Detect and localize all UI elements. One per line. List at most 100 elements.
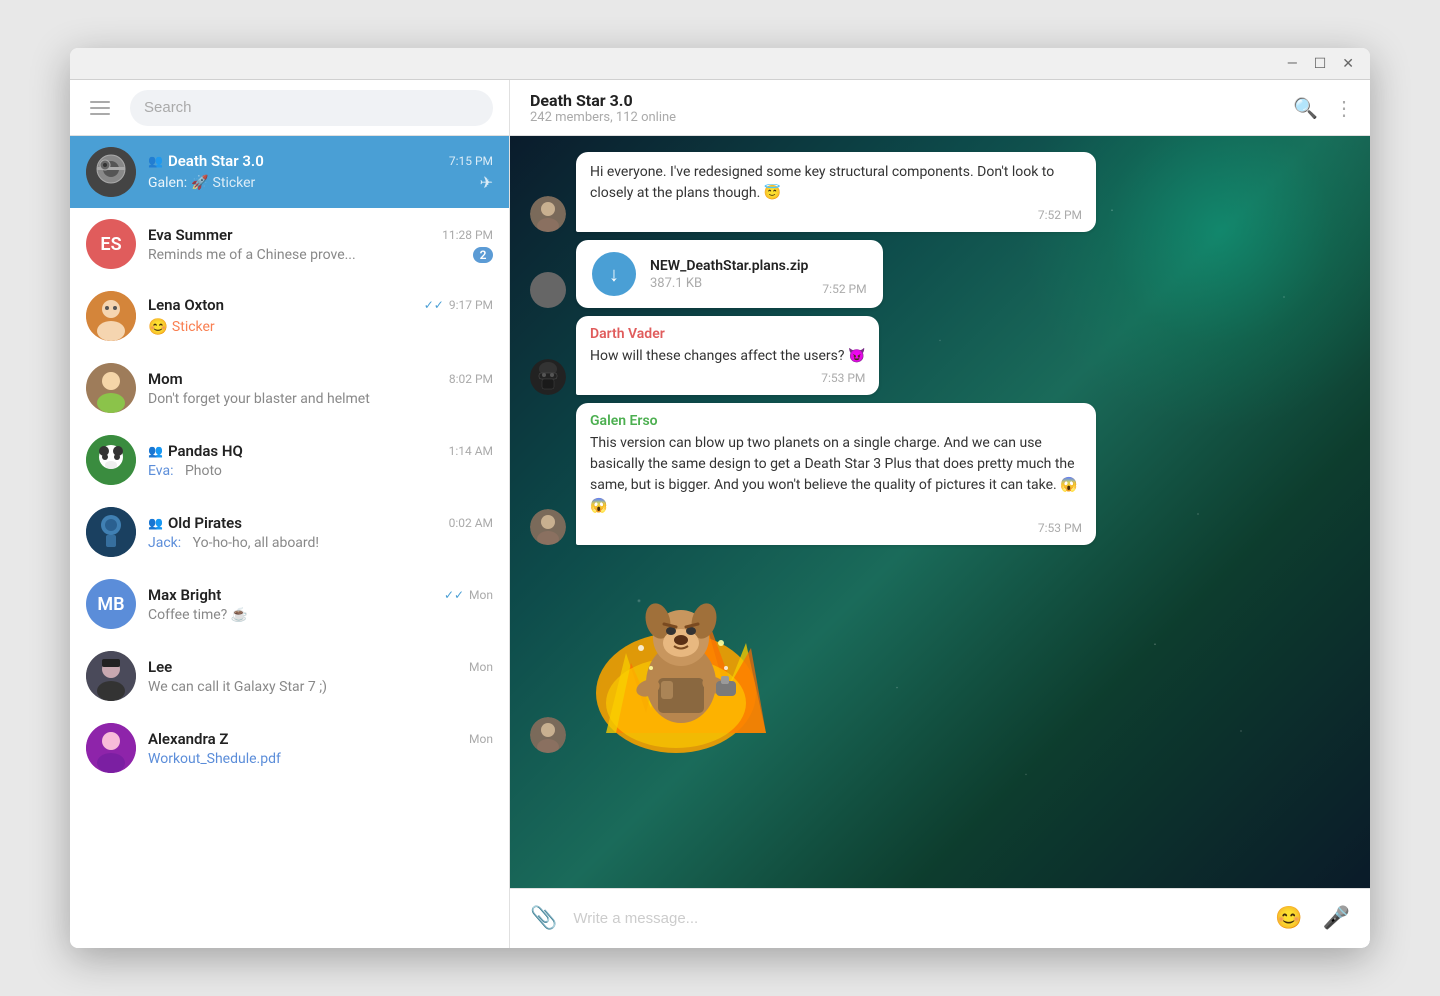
chat-preview-lee: We can call it Galaxy Star 7 ;) [148,679,493,695]
sticker-container [530,553,1350,753]
chat-subtitle: 242 members, 112 online [530,110,1281,125]
chat-item-alexandra[interactable]: Alexandra Z Mon Workout_Shedule.pdf [70,712,509,784]
chat-name-lee: Lee [148,658,172,676]
avatar-pandas [86,435,136,485]
group-icon-pandas: 👥 [148,444,163,458]
chat-info-max: Max Bright ✓✓ Mon Coffee time? ☕ [148,586,493,623]
chat-item-lena[interactable]: Lena Oxton ✓✓ 9:17 PM 😊 Sticker [70,280,509,352]
avatar-max: MB [86,579,136,629]
chat-preview-pirates: Jack: Yo-ho-ho, all aboard! [148,535,493,551]
input-area: 📎 😊 🎤 [510,888,1370,948]
chat-time-eva: 11:28 PM [442,228,493,242]
message-text-1: Hi everyone. I've redesigned some key st… [590,162,1082,204]
emoji-button[interactable]: 😊 [1271,902,1306,935]
message-row-3: Darth Vader How will these changes affec… [530,316,1350,395]
search-chat-button[interactable]: 🔍 [1293,96,1318,120]
chat-item-pirates[interactable]: 👥 Old Pirates 0:02 AM Jack: Yo-ho-ho, al… [70,496,509,568]
titlebar: — ☐ ✕ [70,48,1370,80]
chat-panel: Death Star 3.0 242 members, 112 online 🔍… [510,80,1370,948]
file-info: NEW_DeathStar.plans.zip 387.1 KB [650,258,808,291]
message-bubble-1: Hi everyone. I've redesigned some key st… [576,152,1096,232]
message-row-4: Galen Erso This version can blow up two … [530,403,1350,545]
close-button[interactable]: ✕ [1338,54,1358,74]
message-bubble-4: Galen Erso This version can blow up two … [576,403,1096,545]
chat-item-mom[interactable]: Mom 8:02 PM Don't forget your blaster an… [70,352,509,424]
chat-info-mom: Mom 8:02 PM Don't forget your blaster an… [148,370,493,407]
sticker-emoji: 🚀 [191,175,208,191]
msg-avatar-2 [530,272,566,308]
chat-name-mom: Mom [148,370,183,388]
read-check-max: ✓✓ [444,588,464,602]
chat-time-death-star: 7:15 PM [449,154,493,168]
chat-item-death-star[interactable]: 👥 Death Star 3.0 7:15 PM Galen: 🚀 Sticke… [70,136,509,208]
chat-name-max: Max Bright [148,586,221,604]
avatar-pirates [86,507,136,557]
avatar-alexandra [86,723,136,773]
avatar-mom [86,363,136,413]
sender-name-darth: Darth Vader [590,326,865,342]
sticker-image [576,553,776,753]
chat-time-pandas: 1:14 AM [449,444,493,458]
more-options-button[interactable]: ⋮ [1334,96,1354,120]
chat-item-eva-summer[interactable]: ES Eva Summer 11:28 PM Reminds me of a C… [70,208,509,280]
msg-avatar-3 [530,359,566,395]
chat-name-eva-summer: Eva Summer [148,226,233,244]
chat-time-alexandra: Mon [469,732,493,746]
chat-info-alexandra: Alexandra Z Mon Workout_Shedule.pdf [148,730,493,767]
chat-header-info: Death Star 3.0 242 members, 112 online [530,91,1281,125]
chat-time-max: Mon [469,588,493,602]
file-size: 387.1 KB [650,276,808,291]
chat-item-pandas[interactable]: 👥 Pandas HQ 1:14 AM Eva: Photo [70,424,509,496]
message-input[interactable] [573,910,1259,927]
chat-time-lena: 9:17 PM [449,298,493,312]
voice-button[interactable]: 🎤 [1319,902,1354,935]
file-time: 7:52 PM [822,282,866,296]
avatar-lee [86,651,136,701]
chat-preview-mom: Don't forget your blaster and helmet [148,391,493,407]
chat-name-lena: Lena Oxton [148,296,224,314]
chat-info-eva-summer: Eva Summer 11:28 PM Reminds me of a Chin… [148,226,493,263]
titlebar-controls: — ☐ ✕ [1283,54,1358,74]
download-button[interactable]: ↓ [592,252,636,296]
chat-info-lee: Lee Mon We can call it Galaxy Star 7 ;) [148,658,493,695]
group-icon: 👥 [148,154,163,168]
chat-header: Death Star 3.0 242 members, 112 online 🔍… [510,80,1370,136]
chat-preview-alexandra: Workout_Shedule.pdf [148,751,493,767]
chat-name-pirates: 👥 Old Pirates [148,514,242,532]
chat-time-pirates: 0:02 AM [449,516,493,530]
chat-name-death-star: 👥 Death Star 3.0 [148,152,264,170]
message-text-4: This version can blow up two planets on … [590,433,1082,517]
message-text-3: How will these changes affect the users?… [590,346,865,367]
msg-avatar-1 [530,196,566,232]
message-time-3: 7:53 PM [590,371,865,385]
avatar-death-star [86,147,136,197]
chat-preview-lena: 😊 Sticker [148,317,493,336]
messages-area: Hi everyone. I've redesigned some key st… [510,136,1370,888]
message-time-4: 7:53 PM [590,521,1082,535]
group-icon-pirates: 👥 [148,516,163,530]
chat-time-lee: Mon [469,660,493,674]
attach-button[interactable]: 📎 [526,902,561,935]
menu-button[interactable] [86,97,114,119]
message-row-1: Hi everyone. I've redesigned some key st… [530,152,1350,232]
sidebar: 👥 Death Star 3.0 7:15 PM Galen: 🚀 Sticke… [70,80,510,948]
chat-preview-death-star: Galen: 🚀 Sticker ✈ [148,173,493,192]
message-row-2: ↓ NEW_DeathStar.plans.zip 387.1 KB 7:52 … [530,240,1350,308]
chat-time-mom: 8:02 PM [449,372,493,386]
chat-preview-eva: Reminds me of a Chinese prove... 2 [148,247,493,263]
chat-item-lee[interactable]: Lee Mon We can call it Galaxy Star 7 ;) [70,640,509,712]
chat-item-max[interactable]: MB Max Bright ✓✓ Mon [70,568,509,640]
minimize-button[interactable]: — [1283,54,1302,74]
app-body: 👥 Death Star 3.0 7:15 PM Galen: 🚀 Sticke… [70,80,1370,948]
sender-name-galen: Galen Erso [590,413,1082,429]
sidebar-header [70,80,509,136]
search-input[interactable] [144,99,479,116]
message-bubble-3: Darth Vader How will these changes affec… [576,316,879,395]
msg-avatar-5 [530,717,566,753]
chat-info-lena: Lena Oxton ✓✓ 9:17 PM 😊 Sticker [148,296,493,336]
avatar-lena [86,291,136,341]
message-time-1: 7:52 PM [590,208,1082,222]
msg-avatar-4 [530,509,566,545]
chat-preview-max: Coffee time? ☕ [148,607,493,623]
maximize-button[interactable]: ☐ [1310,54,1331,74]
